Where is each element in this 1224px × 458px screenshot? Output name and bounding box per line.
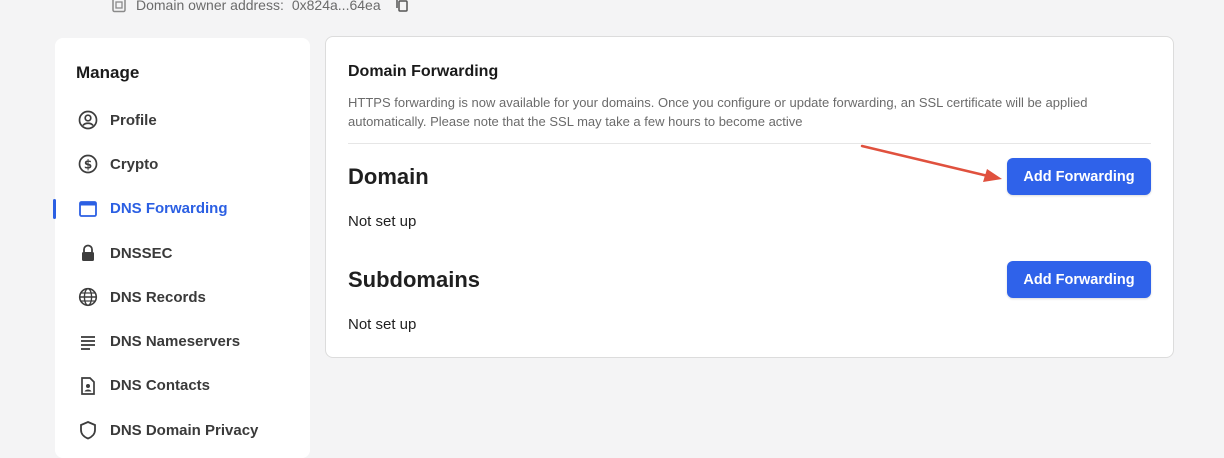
owner-address: 0x824a...64ea xyxy=(291,0,381,13)
sidebar-item-label: DNS Records xyxy=(110,288,206,306)
domain-forwarding-card: Domain Forwarding HTTPS forwarding is no… xyxy=(325,36,1174,358)
manage-sidebar: Manage Profile $ Crypto DNS Forwarding D… xyxy=(53,38,310,458)
user-circle-icon xyxy=(77,109,99,131)
lock-icon xyxy=(77,242,99,264)
owner-label: Domain owner address: xyxy=(136,0,284,13)
card-title: Domain Forwarding xyxy=(348,63,499,80)
sidebar-item-label: DNSSEC xyxy=(110,244,173,262)
divider xyxy=(348,143,1151,144)
sidebar-item-profile[interactable]: Profile xyxy=(55,98,310,142)
add-domain-forwarding-button[interactable]: Add Forwarding xyxy=(1007,158,1151,195)
sidebar-item-label: DNS Nameservers xyxy=(110,333,241,351)
sidebar-nav: Profile $ Crypto DNS Forwarding DNSSEC D… xyxy=(53,98,310,452)
sidebar-item-label: DNS Domain Privacy xyxy=(110,421,259,439)
card-description: HTTPS forwarding is now available for yo… xyxy=(348,95,1088,129)
list-lines-icon xyxy=(77,331,99,353)
sidebar-title: Manage xyxy=(76,63,140,82)
sidebar-item-dns-domain-privacy[interactable]: DNS Domain Privacy xyxy=(55,408,310,452)
svg-text:$: $ xyxy=(84,158,92,172)
sidebar-item-label: Crypto xyxy=(110,155,159,173)
annotation-arrow xyxy=(860,144,1002,182)
document-icon xyxy=(110,0,128,14)
sidebar-item-label: DNS Forwarding xyxy=(110,200,228,218)
sidebar-item-dns-contacts[interactable]: DNS Contacts xyxy=(55,364,310,408)
globe-icon xyxy=(77,286,99,308)
domain-owner-line: Domain owner address: 0x824a...64ea xyxy=(110,0,411,16)
sidebar-item-dns-records[interactable]: DNS Records xyxy=(55,275,310,319)
dollar-circle-icon: $ xyxy=(77,153,99,175)
sidebar-item-dns-forwarding[interactable]: DNS Forwarding xyxy=(53,187,310,231)
sidebar-item-dns-nameservers[interactable]: DNS Nameservers xyxy=(55,319,310,363)
domain-status: Not set up xyxy=(348,213,417,230)
domain-heading: Domain xyxy=(348,164,429,189)
sidebar-item-label: DNS Contacts xyxy=(110,377,211,395)
shield-icon xyxy=(77,419,99,441)
sidebar-item-crypto[interactable]: $ Crypto xyxy=(55,142,310,186)
sidebar-item-label: Profile xyxy=(110,111,157,129)
copy-icon[interactable] xyxy=(393,0,411,14)
subdomains-heading: Subdomains xyxy=(348,267,481,292)
browser-window-icon xyxy=(77,198,99,220)
subdomains-status: Not set up xyxy=(348,316,417,333)
contact-card-icon xyxy=(77,375,99,397)
sidebar-item-dnssec[interactable]: DNSSEC xyxy=(55,231,310,275)
add-subdomain-forwarding-button[interactable]: Add Forwarding xyxy=(1007,261,1151,298)
